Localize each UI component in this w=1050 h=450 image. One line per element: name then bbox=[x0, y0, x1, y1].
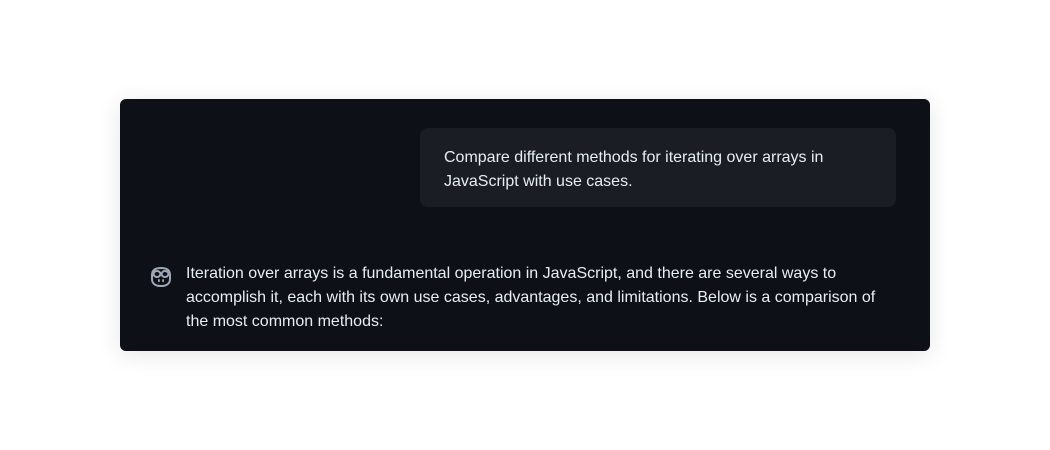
user-message-text: Compare different methods for iterating … bbox=[444, 149, 824, 190]
chat-panel: Compare different methods for iterating … bbox=[120, 99, 930, 351]
copilot-icon bbox=[148, 264, 174, 290]
assistant-message: Iteration over arrays is a fundamental o… bbox=[148, 262, 898, 334]
user-message-bubble: Compare different methods for iterating … bbox=[420, 128, 896, 207]
assistant-message-text: Iteration over arrays is a fundamental o… bbox=[186, 265, 876, 330]
